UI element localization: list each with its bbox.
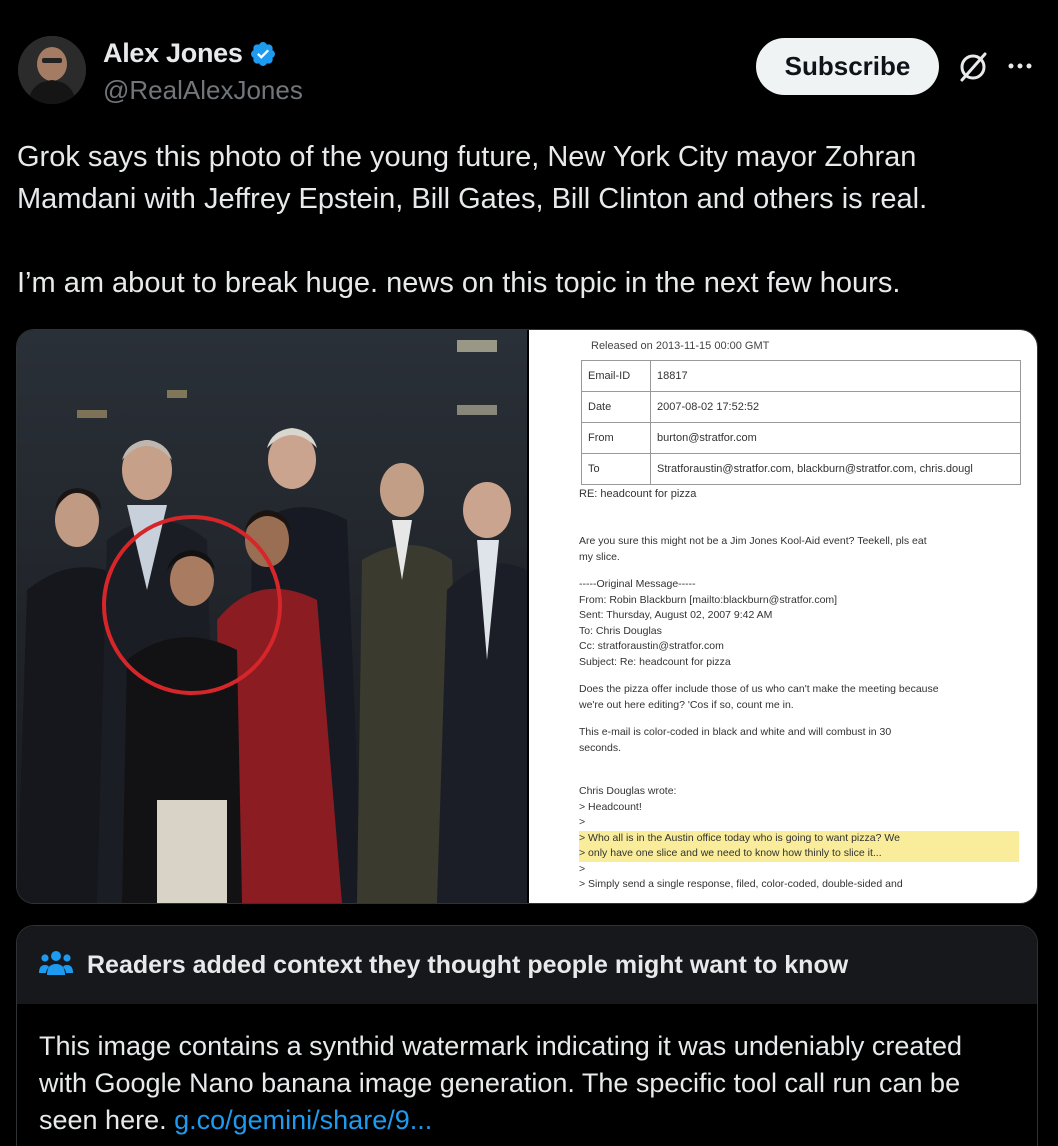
tweet-text: Grok says this photo of the young future… [17, 136, 1042, 304]
subscribe-button[interactable]: Subscribe [756, 38, 939, 95]
doc-subject: RE: headcount for pizza [579, 488, 697, 500]
community-note-link[interactable]: g.co/gemini/share/9... [174, 1105, 432, 1135]
community-note-header: Readers added context they thought peopl… [17, 926, 1037, 1004]
doc-paragraph: Does the pizza offer include those of us… [579, 683, 939, 711]
table-row: To Stratforaustin@stratfor.com, blackbur… [581, 453, 1021, 485]
table-cell-key: To [581, 453, 651, 485]
doc-paragraph: Chris Douglas wrote: > Headcount! > [579, 785, 677, 828]
group-photo-illustration [17, 330, 527, 903]
doc-paragraph: Are you sure this might not be a Jim Jon… [579, 535, 927, 563]
doc-released: Released on 2013-11-15 00:00 GMT [591, 340, 770, 352]
tweet-paragraph: I’m am about to break huge. news on this… [17, 267, 901, 299]
email-document[interactable]: Released on 2013-11-15 00:00 GMT Email-I… [529, 330, 1037, 903]
grok-icon[interactable] [956, 50, 990, 84]
community-note-title: Readers added context they thought peopl… [87, 950, 849, 979]
author-block: Alex Jones @RealAlexJones [103, 38, 303, 106]
community-note-body: This image contains a synthid watermark … [17, 1004, 1037, 1139]
doc-paragraph: > > Simply send a single response, filed… [579, 862, 903, 891]
doc-paragraph: This e-mail is color-coded in black and … [579, 726, 892, 754]
avatar-image [18, 36, 86, 104]
tweet-paragraph: Grok says this photo of the young future… [17, 141, 928, 215]
avatar[interactable] [18, 36, 86, 104]
community-note: Readers added context they thought peopl… [16, 925, 1038, 1146]
doc-body: Are you sure this might not be a Jim Jon… [579, 534, 1019, 903]
handle[interactable]: @RealAlexJones [103, 75, 303, 106]
doc-paragraph: -----Original Message----- From: Robin B… [579, 578, 838, 668]
group-photo[interactable] [17, 330, 527, 903]
table-cell-key: From [581, 422, 651, 454]
doc-highlighted-text: > Who all is in the Austin office today … [579, 830, 1019, 862]
doc-header-table: Email-ID 18817 Date 2007-08-02 17:52:52 … [581, 360, 1021, 485]
table-cell-value: Stratforaustin@stratfor.com, blackburn@s… [650, 453, 1021, 485]
media-attachment[interactable]: Released on 2013-11-15 00:00 GMT Email-I… [16, 329, 1038, 904]
verified-badge-icon[interactable] [249, 40, 277, 68]
tweet: Alex Jones @RealAlexJones Subscribe Grok… [0, 0, 1058, 1146]
table-cell-key: Date [581, 391, 651, 423]
table-cell-key: Email-ID [581, 360, 651, 392]
display-name[interactable]: Alex Jones [103, 38, 243, 69]
table-row: Date 2007-08-02 17:52:52 [581, 391, 1021, 423]
table-row: Email-ID 18817 [581, 360, 1021, 392]
table-cell-value: 18817 [650, 360, 1021, 392]
table-row: From burton@stratfor.com [581, 422, 1021, 454]
people-icon [39, 949, 73, 982]
table-cell-value: 2007-08-02 17:52:52 [650, 391, 1021, 423]
more-icon[interactable] [1004, 50, 1036, 82]
table-cell-value: burton@stratfor.com [650, 422, 1021, 454]
